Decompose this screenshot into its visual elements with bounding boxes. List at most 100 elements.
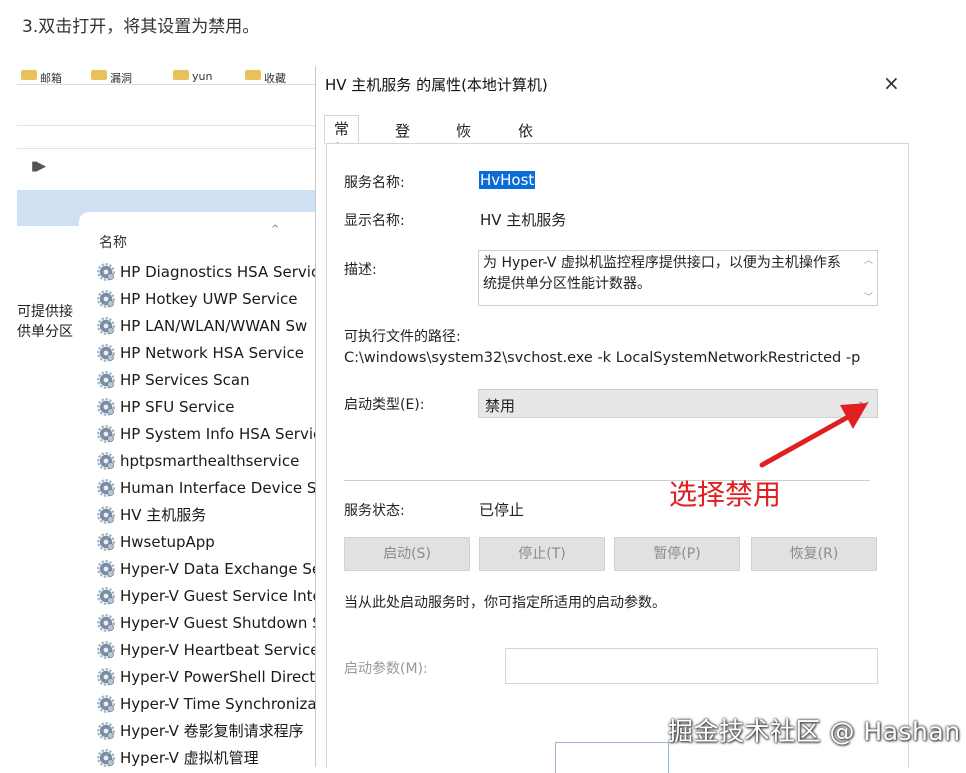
bookmark-item[interactable]: yun xyxy=(173,70,212,83)
watermark: 掘金技术社区 @ Hashan xyxy=(668,717,961,746)
service-row[interactable]: Hyper-V Guest Shutdown Se xyxy=(97,609,315,636)
resume-button[interactable]: 恢复(R) xyxy=(751,537,877,571)
service-row[interactable]: hptpsmarthealthservice xyxy=(97,447,315,474)
service-name: HP SFU Service xyxy=(120,397,235,416)
service-row[interactable]: HwsetupApp xyxy=(97,528,315,555)
gear-icon xyxy=(97,370,115,389)
service-name: HV 主机服务 xyxy=(120,506,207,524)
service-name: Hyper-V 卷影复制请求程序 xyxy=(120,722,304,740)
service-row[interactable]: Hyper-V Time Synchronizat xyxy=(97,690,315,717)
description-box[interactable]: 为 Hyper-V 虚拟机监控程序提供接口，以便为主机操作系统提供单分区性能计数… xyxy=(478,250,878,306)
service-name: HP LAN/WLAN/WWAN Sw xyxy=(120,316,308,335)
bookmark-item[interactable]: 漏洞 xyxy=(91,70,132,84)
gear-icon xyxy=(97,721,115,740)
service-row[interactable]: Hyper-V Guest Service Inter xyxy=(97,582,315,609)
gear-icon xyxy=(97,667,115,686)
gear-icon xyxy=(97,532,115,551)
description-text: 为 Hyper-V 虚拟机监控程序提供接口，以便为主机操作系统提供单分区性能计数… xyxy=(483,255,841,292)
annotation-arrow-icon xyxy=(759,403,868,468)
exe-path-value: C:\windows\system32\svchost.exe -k Local… xyxy=(344,350,861,366)
tab-recovery[interactable]: 恢复 xyxy=(447,118,480,161)
column-header-name[interactable]: 名称 xyxy=(99,232,127,252)
gear-icon xyxy=(97,451,115,470)
service-name: Hyper-V Heartbeat Service xyxy=(120,640,315,659)
bookmarks-bar: 邮箱 漏洞 yun 收藏 xyxy=(17,66,315,85)
toolbar xyxy=(17,85,315,126)
tab-logon[interactable]: 登录 xyxy=(386,118,419,161)
service-name: Hyper-V 虚拟机管理 xyxy=(120,749,259,767)
stop-button[interactable]: 停止(T) xyxy=(479,537,605,571)
service-row[interactable]: Hyper-V 虚拟机管理 xyxy=(97,744,315,767)
folder-icon xyxy=(173,70,189,80)
services-list: HP Diagnostics HSA Service HP Hotkey UWP … xyxy=(97,258,315,767)
gear-icon xyxy=(97,613,115,632)
service-row[interactable]: Hyper-V Heartbeat Service xyxy=(97,636,315,663)
gear-icon xyxy=(97,343,115,362)
ok-button[interactable] xyxy=(555,742,669,773)
service-row[interactable]: Hyper-V PowerShell Direct S xyxy=(97,663,315,690)
dialog-title: HV 主机服务 的属性(本地计算机) xyxy=(325,76,548,94)
display-name-label: 显示名称: xyxy=(344,213,405,229)
service-row[interactable]: HP Diagnostics HSA Service xyxy=(97,258,315,285)
service-name: Hyper-V Guest Shutdown Se xyxy=(120,613,315,632)
service-row[interactable]: HV 主机服务 xyxy=(97,501,315,528)
service-row[interactable]: HP SFU Service xyxy=(97,393,315,420)
bookmark-item[interactable]: 收藏 xyxy=(245,70,286,84)
gear-icon xyxy=(97,748,115,767)
gear-icon xyxy=(97,559,115,578)
scroll-down-icon[interactable]: ﹀ xyxy=(864,290,873,303)
gear-icon xyxy=(97,478,115,497)
start-button[interactable]: 启动(S) xyxy=(344,537,470,571)
gear-icon xyxy=(97,316,115,335)
gear-icon xyxy=(97,694,115,713)
startup-type-value: 禁用 xyxy=(485,397,516,415)
service-row[interactable]: Hyper-V Data Exchange Ser xyxy=(97,555,315,582)
service-status-value: 已停止 xyxy=(479,501,525,519)
gear-icon xyxy=(97,262,115,281)
start-params-label: 启动参数(M): xyxy=(344,661,428,677)
bookmark-item[interactable]: 邮箱 xyxy=(21,70,62,84)
gear-icon xyxy=(97,640,115,659)
service-row[interactable]: HP Services Scan xyxy=(97,366,315,393)
gear-icon xyxy=(97,397,115,416)
sort-up-icon: ^ xyxy=(271,224,280,235)
exe-path-label: 可执行文件的路径: xyxy=(344,329,461,345)
service-name: HP System Info HSA Service xyxy=(120,424,315,443)
start-params-input[interactable] xyxy=(505,648,878,684)
description-snippet: 可提供接 供单分区 xyxy=(17,304,73,340)
startup-type-label: 启动类型(E): xyxy=(344,397,425,413)
folder-icon xyxy=(91,70,107,80)
gear-icon xyxy=(97,505,115,524)
services-window: 邮箱 漏洞 yun 收藏 ▮▶ 名称 ^ 可提供接 供单分区 HP Diagno… xyxy=(17,66,315,767)
play-icon[interactable]: ▮▶ xyxy=(31,159,46,174)
service-name: HP Network HSA Service xyxy=(120,343,305,362)
service-name: HwsetupApp xyxy=(120,532,215,551)
close-icon[interactable]: × xyxy=(883,71,900,95)
tab-general[interactable]: 常规 xyxy=(324,115,360,159)
divider xyxy=(344,480,870,481)
caption-text: 3.双击打开，将其设置为禁用。 xyxy=(22,17,260,37)
folder-icon xyxy=(245,70,261,80)
service-row[interactable]: HP LAN/WLAN/WWAN Sw xyxy=(97,312,315,339)
annotation-text: 选择禁用 xyxy=(669,478,782,511)
service-name: HP Diagnostics HSA Service xyxy=(120,262,315,281)
service-row[interactable]: Hyper-V 卷影复制请求程序 xyxy=(97,717,315,744)
service-name: Hyper-V Data Exchange Ser xyxy=(120,559,315,578)
service-row[interactable]: Human Interface Device Ser xyxy=(97,474,315,501)
service-status-label: 服务状态: xyxy=(344,503,405,519)
service-row[interactable]: HP Hotkey UWP Service xyxy=(97,285,315,312)
service-name-value[interactable]: HvHost xyxy=(479,171,536,189)
gear-icon xyxy=(97,586,115,605)
display-name-value[interactable]: HV 主机服务 xyxy=(480,209,566,230)
service-name-label: 服务名称: xyxy=(344,175,405,191)
tab-dependencies[interactable]: 依存关系 xyxy=(509,118,542,203)
scroll-up-icon[interactable]: ︿ xyxy=(864,253,873,266)
pause-button[interactable]: 暂停(P) xyxy=(614,537,740,571)
service-name: HP Services Scan xyxy=(120,370,250,389)
description-label: 描述: xyxy=(344,262,377,278)
service-row[interactable]: HP System Info HSA Service xyxy=(97,420,315,447)
service-row[interactable]: HP Network HSA Service xyxy=(97,339,315,366)
service-name: Hyper-V PowerShell Direct S xyxy=(120,667,315,686)
toolbar-media: ▮▶ xyxy=(17,148,315,183)
folder-icon xyxy=(21,70,37,80)
